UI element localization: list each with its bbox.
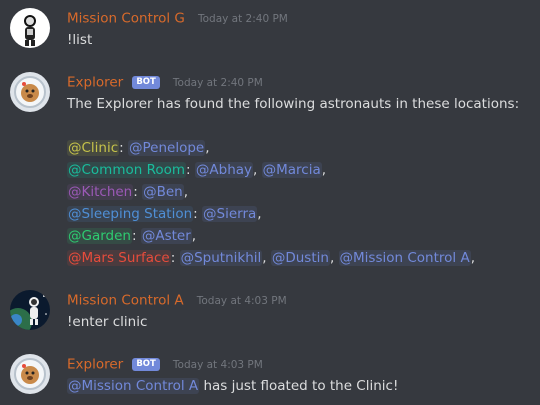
bot-badge: BOT: [132, 358, 160, 371]
role-mention[interactable]: @Kitchen: [67, 184, 134, 200]
user-mention[interactable]: @Mission Control A: [338, 250, 471, 266]
author-name[interactable]: Mission Control A: [67, 293, 184, 309]
message-header: Explorer BOT Today at 4:03 PM: [67, 354, 263, 376]
role-mention[interactable]: @Garden: [67, 228, 132, 244]
bot-badge: BOT: [132, 76, 160, 89]
author-name[interactable]: Explorer: [67, 75, 123, 91]
dog-astronaut-avatar-icon[interactable]: [10, 72, 50, 112]
message-content: @Mission Control A has just floated to t…: [67, 375, 398, 397]
author-name[interactable]: Explorer: [67, 357, 123, 373]
message-header: Mission Control A Today at 4:03 PM: [67, 290, 287, 312]
location-line-garden: @Garden: @Aster,: [67, 228, 197, 244]
user-mention[interactable]: @Dustin: [270, 250, 330, 266]
location-line-mars-surface: @Mars Surface: @Sputnikhil, @Dustin, @Mi…: [67, 250, 475, 266]
role-mention[interactable]: @Common Room: [67, 162, 187, 178]
timestamp: Today at 4:03 PM: [172, 358, 263, 371]
astronaut-planet-avatar-icon[interactable]: [10, 290, 50, 330]
author-name[interactable]: Mission Control G: [67, 11, 185, 27]
role-mention[interactable]: @Clinic: [67, 140, 120, 156]
message-text: @Mission Control A has just floated to t…: [67, 375, 398, 397]
user-mention[interactable]: @Marcia: [261, 162, 322, 178]
location-line-kitchen: @Kitchen: @Ben,: [67, 184, 189, 200]
timestamp: Today at 2:40 PM: [197, 12, 288, 25]
location-line-common-room: @Common Room: @Abhay, @Marcia,: [67, 162, 327, 178]
user-mention[interactable]: @Abhay: [194, 162, 254, 178]
message-content: !list: [67, 29, 92, 51]
timestamp: Today at 2:40 PM: [172, 76, 263, 89]
user-mention[interactable]: @Ben: [142, 184, 184, 200]
message-intro: The Explorer has found the following ast…: [67, 96, 520, 112]
message-text: !list: [67, 32, 93, 48]
message-content: The Explorer has found the following ast…: [67, 93, 519, 269]
chat-messages: Mission Control G Today at 2:40 PM !list…: [0, 0, 540, 405]
user-mention[interactable]: @Sputnikhil: [179, 250, 263, 266]
user-mention[interactable]: @Penelope: [128, 140, 206, 156]
location-line-clinic: @Clinic: @Penelope,: [67, 140, 210, 156]
message-text-rest: has just floated to the Clinic!: [199, 378, 399, 394]
message-header: Mission Control G Today at 2:40 PM: [67, 8, 288, 30]
timestamp: Today at 4:03 PM: [196, 294, 287, 307]
message-header: Explorer BOT Today at 2:40 PM: [67, 72, 263, 94]
user-mention[interactable]: @Mission Control A: [67, 378, 200, 394]
role-mention[interactable]: @Mars Surface: [67, 250, 171, 266]
dog-astronaut-avatar-icon[interactable]: [10, 354, 50, 394]
user-mention[interactable]: @Sierra: [202, 206, 258, 222]
message-text: !enter clinic: [67, 314, 148, 330]
astronaut-avatar-icon[interactable]: [10, 8, 50, 48]
role-mention[interactable]: @Sleeping Station: [67, 206, 194, 222]
user-mention[interactable]: @Aster: [140, 228, 192, 244]
message-content: !enter clinic: [67, 311, 147, 333]
location-line-sleeping-station: @Sleeping Station: @Sierra,: [67, 206, 262, 222]
